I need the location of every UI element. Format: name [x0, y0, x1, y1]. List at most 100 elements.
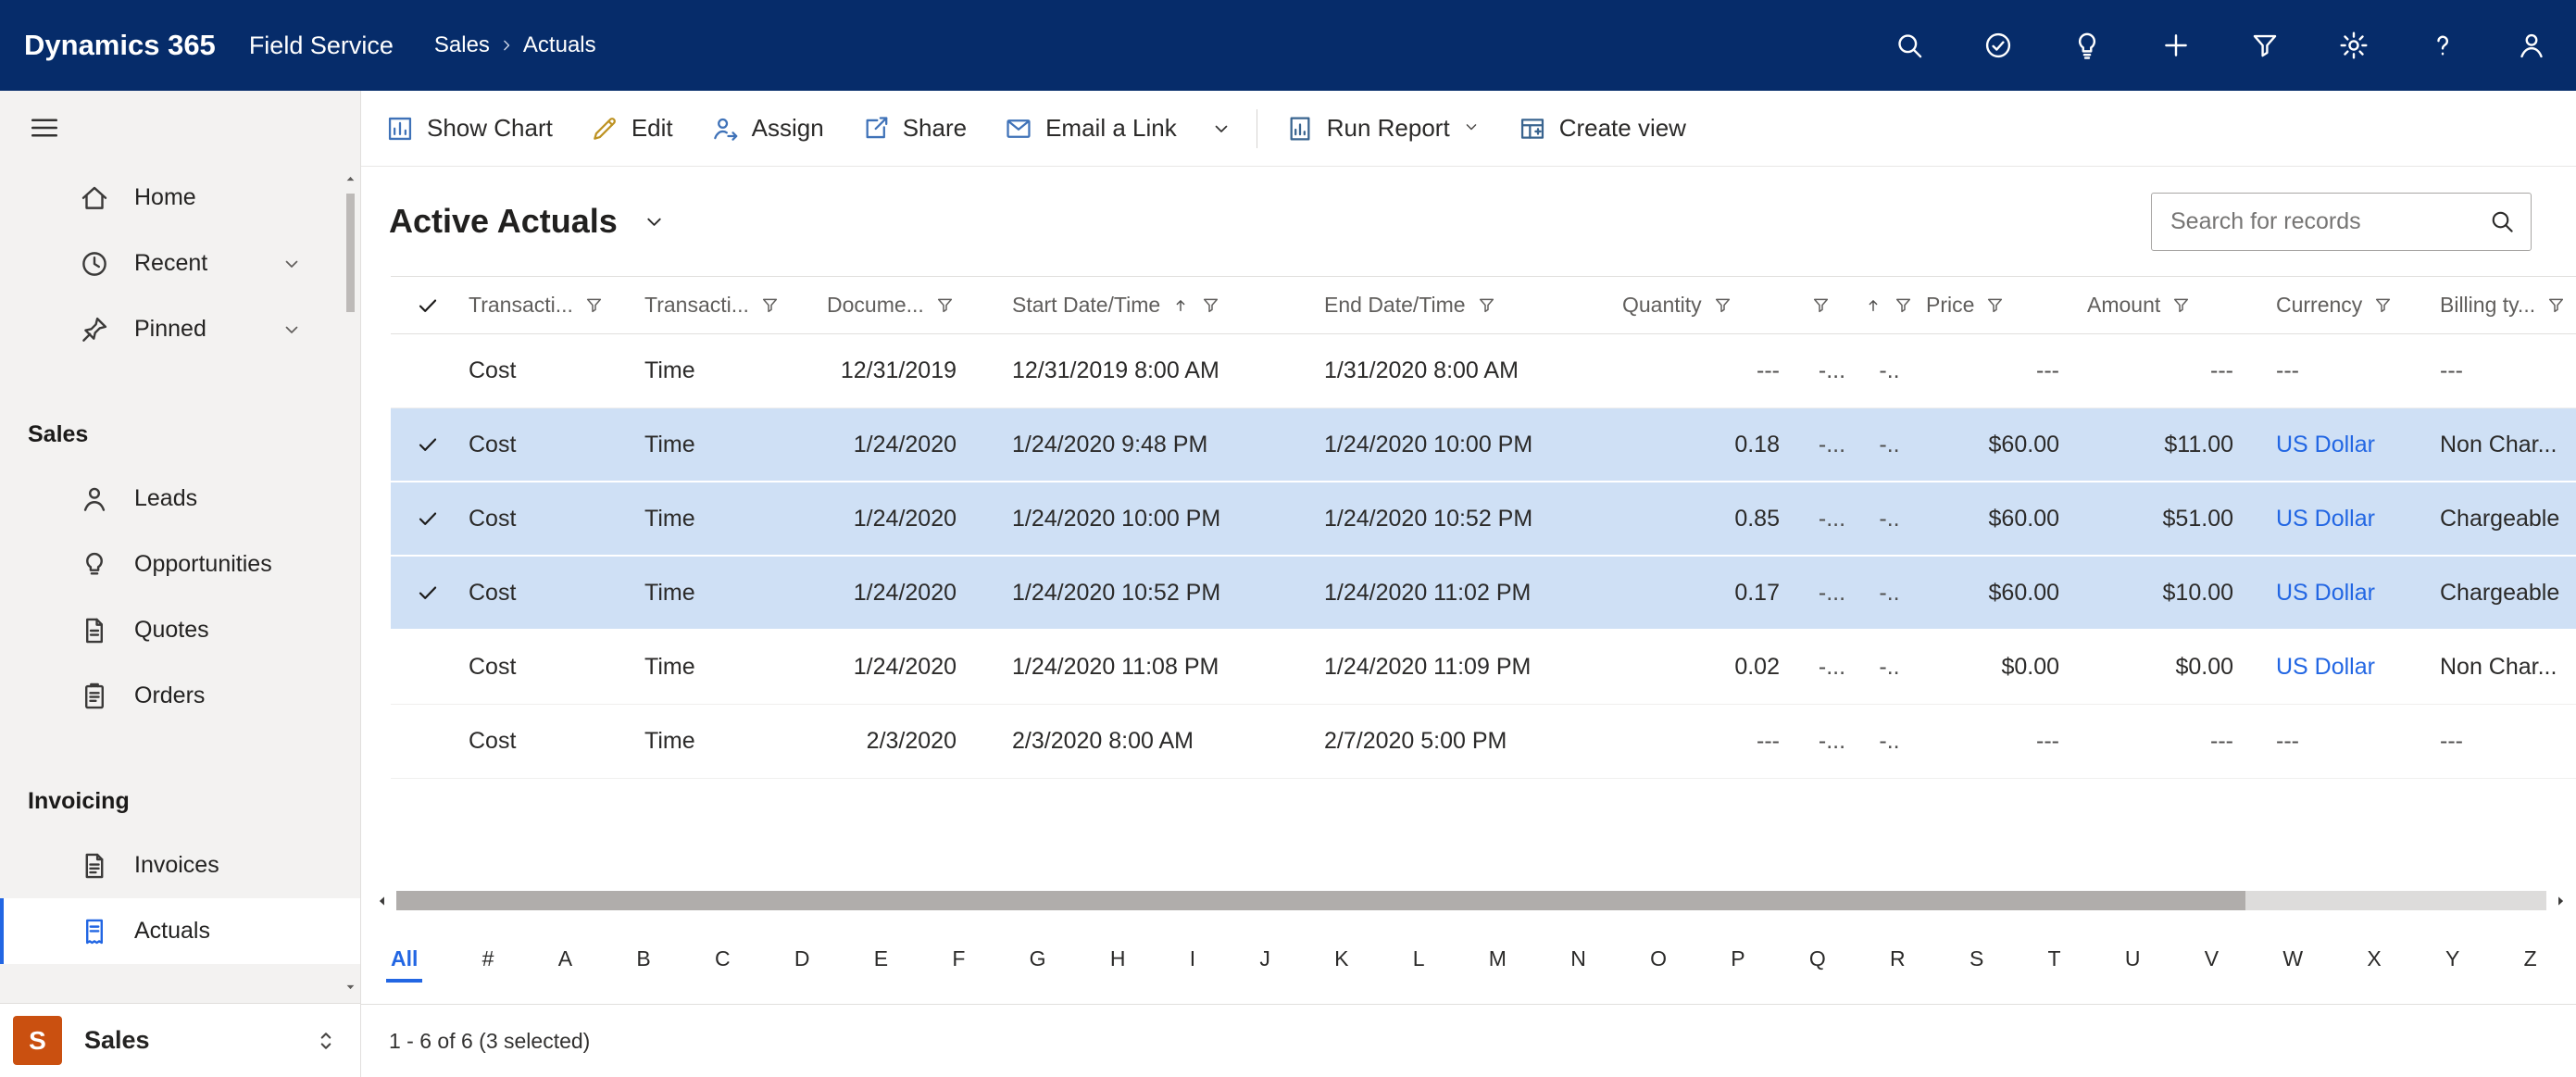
hamburger-button[interactable] — [0, 91, 360, 165]
lightbulb-button[interactable] — [2043, 0, 2132, 91]
column-header-price[interactable]: Price — [1920, 277, 2082, 333]
column-header-currency[interactable]: Currency — [2252, 277, 2416, 333]
jumpbar-w[interactable]: W — [2281, 943, 2305, 975]
run-report-button[interactable]: Run Report — [1267, 102, 1499, 156]
jumpbar-y[interactable]: Y — [2444, 943, 2461, 975]
jumpbar-t[interactable]: T — [2046, 943, 2063, 975]
search-button[interactable] — [1865, 0, 1954, 91]
sidebar-item-leads[interactable]: Leads — [0, 466, 360, 532]
column-header-end[interactable]: End Date/Time — [1313, 277, 1617, 333]
filter-icon[interactable] — [2171, 295, 2191, 315]
filter-icon[interactable] — [1201, 295, 1220, 315]
table-row[interactable]: Cost Time 1/24/2020 1/24/2020 10:52 PM 1/24/… — [391, 557, 2576, 631]
filter-icon[interactable] — [1713, 295, 1732, 315]
jumpbar-v[interactable]: V — [2203, 943, 2220, 975]
jumpbar-e[interactable]: E — [872, 943, 890, 975]
jumpbar-c[interactable]: C — [713, 943, 732, 975]
cell-currency[interactable]: US Dollar — [2252, 654, 2416, 681]
jumpbar-l[interactable]: L — [1411, 943, 1427, 975]
filter-icon[interactable] — [1477, 295, 1496, 315]
sidebar-item-home[interactable]: Home — [0, 165, 360, 231]
email-a-link-button[interactable]: Email a Link — [985, 102, 1195, 156]
row-select-checkbox[interactable] — [391, 631, 465, 704]
view-selector[interactable]: Active Actuals — [389, 202, 667, 241]
edit-button[interactable]: Edit — [571, 102, 692, 156]
row-select-checkbox[interactable] — [391, 334, 465, 407]
jumpbar-m[interactable]: M — [1487, 943, 1508, 975]
jumpbar-h[interactable]: H — [1108, 943, 1128, 975]
jumpbar-o[interactable]: O — [1648, 943, 1669, 975]
jumpbar-r[interactable]: R — [1888, 943, 1907, 975]
column-header-narrow1[interactable] — [1806, 277, 1858, 333]
search-input[interactable] — [2170, 207, 2488, 235]
breadcrumb-sales[interactable]: Sales — [434, 32, 490, 58]
jumpbar-i[interactable]: I — [1188, 943, 1197, 975]
filter-icon[interactable] — [1811, 295, 1831, 315]
filter-icon[interactable] — [2373, 295, 2393, 315]
more-commands-button[interactable] — [1195, 102, 1247, 156]
filter-icon[interactable] — [2546, 295, 2566, 315]
row-select-checkbox[interactable] — [391, 705, 465, 778]
sidebar-item-opportunities[interactable]: Opportunities — [0, 532, 360, 597]
scroll-left-icon[interactable] — [374, 893, 391, 909]
table-row[interactable]: Cost Time 1/24/2020 1/24/2020 10:00 PM 1/24/… — [391, 482, 2576, 557]
sidebar-scrollbar[interactable] — [342, 172, 358, 994]
jumpbar-b[interactable]: B — [634, 943, 652, 975]
jumpbar-a[interactable]: A — [556, 943, 574, 975]
scrollbar-track[interactable] — [396, 891, 2546, 910]
row-select-checkbox[interactable] — [391, 482, 465, 555]
assign-button[interactable]: Assign — [692, 102, 843, 156]
app-name[interactable]: Field Service — [249, 31, 394, 60]
check-circle-button[interactable] — [1954, 0, 2043, 91]
sidebar-item-actuals[interactable]: Actuals — [0, 898, 360, 964]
jumpbar-x[interactable]: X — [2365, 943, 2382, 975]
row-select-checkbox[interactable] — [391, 408, 465, 481]
cell-currency[interactable]: US Dollar — [2252, 580, 2416, 607]
area-switcher[interactable]: S Sales — [0, 1003, 360, 1077]
scroll-right-icon[interactable] — [2552, 893, 2569, 909]
plus-button[interactable] — [2132, 0, 2220, 91]
sidebar-scrollbar-thumb[interactable] — [345, 194, 355, 312]
filter-icon[interactable] — [1894, 295, 1913, 315]
filter-icon[interactable] — [1985, 295, 2005, 315]
share-button[interactable]: Share — [843, 102, 985, 156]
scrollbar-thumb[interactable] — [396, 891, 2245, 910]
gear-button[interactable] — [2309, 0, 2398, 91]
horizontal-scrollbar[interactable] — [361, 888, 2576, 913]
jumpbar-[interactable]: # — [481, 943, 496, 975]
column-header-start[interactable]: Start Date/Time — [1001, 277, 1313, 333]
filter-button[interactable] — [2220, 0, 2309, 91]
table-row[interactable]: Cost Time 2/3/2020 2/3/2020 8:00 AM 2/7/2020… — [391, 705, 2576, 779]
sidebar-item-recent[interactable]: Recent — [0, 231, 360, 296]
table-row[interactable]: Cost Time 12/31/2019 12/31/2019 8:00 AM 1/31… — [391, 334, 2576, 408]
filter-icon[interactable] — [584, 295, 604, 315]
jumpbar-d[interactable]: D — [793, 943, 812, 975]
sidebar-item-invoices[interactable]: Invoices — [0, 833, 360, 898]
person-button[interactable] — [2487, 0, 2576, 91]
scroll-up-icon[interactable] — [344, 172, 357, 186]
row-select-checkbox[interactable] — [391, 557, 465, 629]
create-view-button[interactable]: Create view — [1499, 102, 1705, 156]
scroll-down-icon[interactable] — [344, 980, 357, 994]
cell-currency[interactable]: US Dollar — [2252, 432, 2416, 458]
jumpbar-p[interactable]: P — [1729, 943, 1746, 975]
jumpbar-f[interactable]: F — [950, 943, 967, 975]
column-header-transaction_class[interactable]: Transacti... — [641, 277, 821, 333]
column-header-narrow2[interactable] — [1858, 277, 1920, 333]
search-icon[interactable] — [2488, 207, 2516, 235]
jumpbar-n[interactable]: N — [1569, 943, 1588, 975]
table-row[interactable]: Cost Time 1/24/2020 1/24/2020 9:48 PM 1/24/2… — [391, 408, 2576, 482]
filter-icon[interactable] — [760, 295, 780, 315]
help-button[interactable] — [2398, 0, 2487, 91]
filter-icon[interactable] — [935, 295, 955, 315]
cell-currency[interactable]: US Dollar — [2252, 506, 2416, 532]
jumpbar-q[interactable]: Q — [1807, 943, 1828, 975]
sidebar-item-orders[interactable]: Orders — [0, 663, 360, 729]
jumpbar-z[interactable]: Z — [2522, 943, 2539, 975]
column-header-billing_type[interactable]: Billing ty... — [2416, 277, 2576, 333]
sidebar-item-pinned[interactable]: Pinned — [0, 296, 360, 362]
column-header-transaction_type[interactable]: Transacti... — [465, 277, 641, 333]
table-row[interactable]: Cost Time 1/24/2020 1/24/2020 11:08 PM 1/24/… — [391, 631, 2576, 705]
app-brand[interactable]: Dynamics 365 — [0, 29, 216, 62]
sidebar-item-quotes[interactable]: Quotes — [0, 597, 360, 663]
